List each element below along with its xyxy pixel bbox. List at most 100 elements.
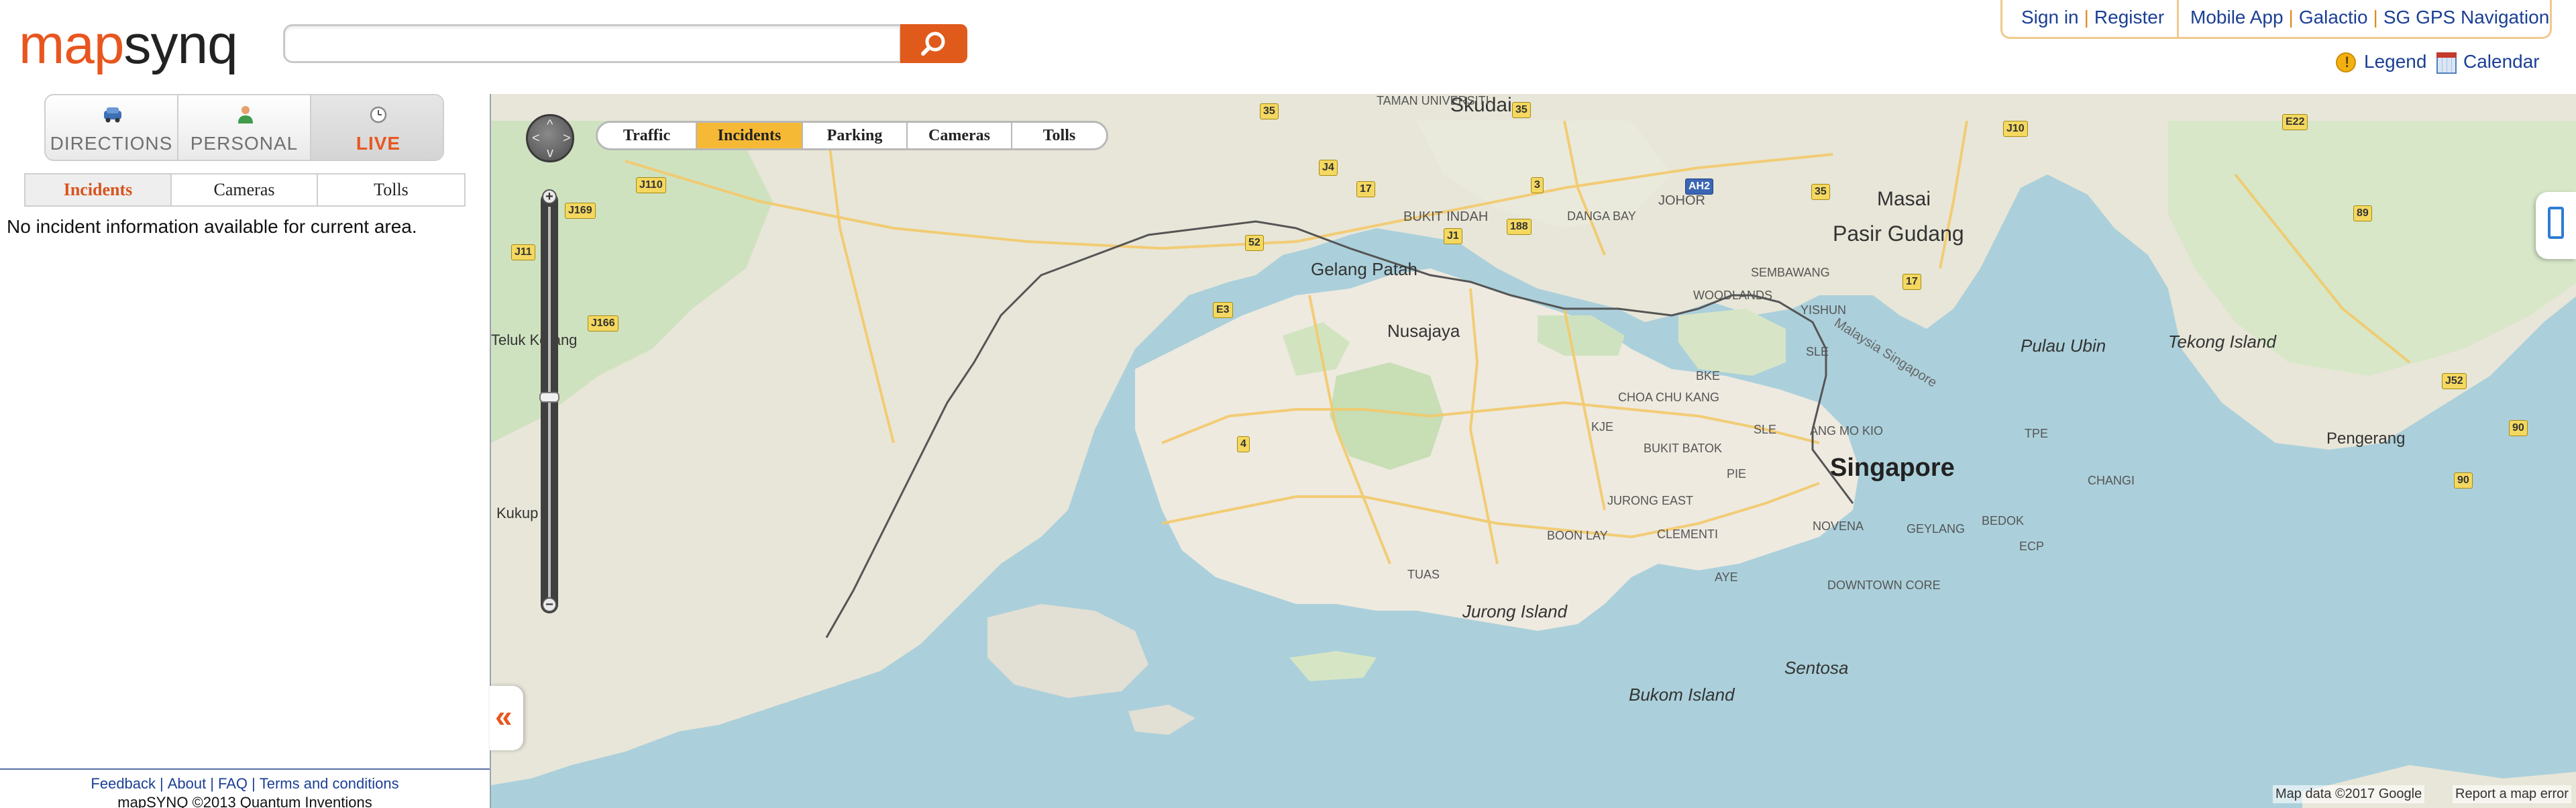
pan-right-icon[interactable]: > — [563, 131, 571, 146]
road-shield: AH2 — [1685, 179, 1714, 195]
tab-directions-label: DIRECTIONS — [50, 133, 173, 154]
road-shield: J166 — [588, 315, 619, 332]
tab-directions[interactable]: DIRECTIONS — [46, 95, 178, 160]
copyright: mapSYNQ ©2013 Quantum Inventions — [117, 794, 372, 808]
feedback-link[interactable]: Feedback — [91, 775, 156, 792]
map-canvas[interactable]: Pasir Gudang Masai Skudai Gelang Patah N… — [490, 94, 2576, 808]
subtab-cameras[interactable]: Cameras — [172, 174, 318, 205]
road-shield: 90 — [2509, 420, 2528, 436]
map-label-danga-bay: DANGA BAY — [1567, 209, 1636, 223]
calendar-icon[interactable] — [2436, 52, 2457, 74]
register-link[interactable]: Register — [2094, 7, 2164, 28]
no-incident-message: No incident information available for cu… — [7, 216, 417, 237]
about-link[interactable]: About — [168, 775, 207, 792]
map-label-changi: CHANGI — [2088, 474, 2135, 487]
expressway-label: SLE — [1754, 423, 1777, 436]
header: mapsynq Sign in | Register Mobile App | Gala… — [0, 0, 2576, 94]
clock-icon — [370, 106, 387, 123]
layer-toggle-bar: Traffic Incidents Parking Cameras Tolls — [596, 121, 1108, 150]
map-label-pengerang: Pengerang — [2326, 430, 2406, 448]
warning-icon[interactable]: ! — [2336, 52, 2356, 72]
pan-up-icon[interactable]: ^ — [547, 117, 553, 133]
logo-synq-text: synq — [123, 14, 238, 75]
collapse-sidebar-button[interactable]: « — [490, 686, 523, 750]
tab-live[interactable]: LIVE — [311, 95, 443, 160]
expressway-label: AYE — [1715, 570, 1738, 584]
layer-incidents-button[interactable]: Incidents — [697, 123, 803, 148]
layer-traffic-button[interactable]: Traffic — [598, 123, 697, 148]
tab-personal[interactable]: PERSONAL — [178, 95, 311, 160]
map-label-pasir-gudang: Pasir Gudang — [1833, 221, 1964, 246]
map-label-jurong-island: Jurong Island — [1462, 601, 1568, 621]
map-label-boon-lay: BOON LAY — [1547, 529, 1608, 542]
mapsynq-logo[interactable]: mapsynq — [19, 13, 238, 77]
expressway-label: BKE — [1696, 369, 1721, 383]
layer-tolls-button[interactable]: Tolls — [1012, 123, 1106, 148]
galactio-link[interactable]: Galactio — [2299, 7, 2368, 28]
product-links: Mobile App | Galactio | SG GPS Navigation — [2190, 7, 2549, 28]
report-map-error-link[interactable]: Report a map error — [2453, 785, 2571, 803]
legend-link[interactable]: Legend — [2364, 51, 2426, 72]
double-chevron-left-icon: « — [495, 699, 513, 734]
map-label-bukit-indah: BUKIT INDAH — [1403, 209, 1489, 224]
layer-cameras-button[interactable]: Cameras — [908, 123, 1012, 148]
map-label-tekong-island: Tekong Island — [2168, 332, 2276, 352]
signin-link[interactable]: Sign in — [2021, 7, 2079, 28]
map-label-bukom-island: Bukom Island — [1629, 685, 1735, 705]
map-label-novena: NOVENA — [1813, 519, 1864, 533]
road-shield: E22 — [2282, 114, 2308, 130]
faq-link[interactable]: FAQ — [218, 775, 248, 792]
app-root: mapsynq Sign in | Register Mobile App | Gala… — [0, 0, 2576, 808]
road-shield: 188 — [1507, 219, 1532, 235]
tab-personal-label: PERSONAL — [190, 133, 299, 154]
separator: | — [2084, 7, 2089, 28]
map-label-gelang-patah: Gelang Patah — [1311, 259, 1418, 279]
map-label-downtown-core: DOWNTOWN CORE — [1827, 578, 1941, 592]
pan-left-icon[interactable]: < — [532, 131, 540, 146]
map-label-sentosa: Sentosa — [1784, 658, 1849, 678]
map-label-masai: Masai — [1877, 188, 1931, 210]
map-label-taman-universiti: TAMAN UNIVERSITI — [1377, 94, 1489, 107]
search-button[interactable] — [900, 24, 967, 63]
separator: | — [251, 775, 256, 792]
road-shield: J4 — [1319, 160, 1338, 176]
road-shield: J169 — [565, 203, 596, 219]
terms-link[interactable]: Terms and conditions — [260, 775, 399, 792]
road-shield: 35 — [1512, 102, 1531, 118]
road-shield: 90 — [2454, 472, 2473, 489]
person-icon — [238, 106, 253, 123]
account-links: Sign in | Register — [2021, 7, 2164, 28]
footer: Feedback | About | FAQ | Terms and conditions … — [0, 768, 490, 808]
tab-live-label: LIVE — [356, 133, 401, 154]
zoom-slider[interactable] — [541, 192, 558, 613]
zoom-slider-handle[interactable] — [539, 392, 559, 403]
subtab-tolls[interactable]: Tolls — [318, 174, 464, 205]
mobile-app-side-button[interactable] — [2536, 192, 2576, 259]
search-input[interactable] — [283, 24, 902, 63]
separator: | — [160, 775, 164, 792]
map-label-ang-mo-kio: ANG MO KIO — [1810, 424, 1884, 438]
map-label-nusajaya: Nusajaya — [1387, 321, 1460, 341]
road-shield: J10 — [2003, 121, 2028, 137]
pan-down-icon[interactable]: v — [547, 146, 553, 161]
road-shield: 35 — [1260, 103, 1279, 119]
zoom-in-button[interactable]: + — [542, 189, 557, 204]
layer-parking-button[interactable]: Parking — [803, 123, 908, 148]
road-shield: 89 — [2353, 205, 2372, 221]
mobile-app-link[interactable]: Mobile App — [2190, 7, 2284, 28]
map-label-sembawang: SEMBAWANG — [1751, 266, 1830, 279]
calendar-link[interactable]: Calendar — [2463, 51, 2540, 72]
map-label-johor: JOHOR — [1658, 193, 1705, 208]
separator: | — [210, 775, 214, 792]
expressway-label: SLE — [1806, 345, 1829, 358]
pan-control[interactable]: ^ v < > — [526, 114, 574, 162]
subtab-incidents[interactable]: Incidents — [25, 174, 172, 205]
road-shield: J11 — [511, 244, 535, 260]
zoom-out-button[interactable]: − — [542, 597, 557, 612]
live-subtabs: Incidents Cameras Tolls — [24, 173, 466, 207]
sg-gps-navigation-link[interactable]: SG GPS Navigation — [2383, 7, 2549, 28]
map-label-woodlands: WOODLANDS — [1693, 289, 1773, 302]
map-base-layer — [491, 94, 2576, 808]
road-shield: E3 — [1213, 302, 1233, 318]
map-attribution: Map data ©2017 Google — [2273, 785, 2425, 803]
